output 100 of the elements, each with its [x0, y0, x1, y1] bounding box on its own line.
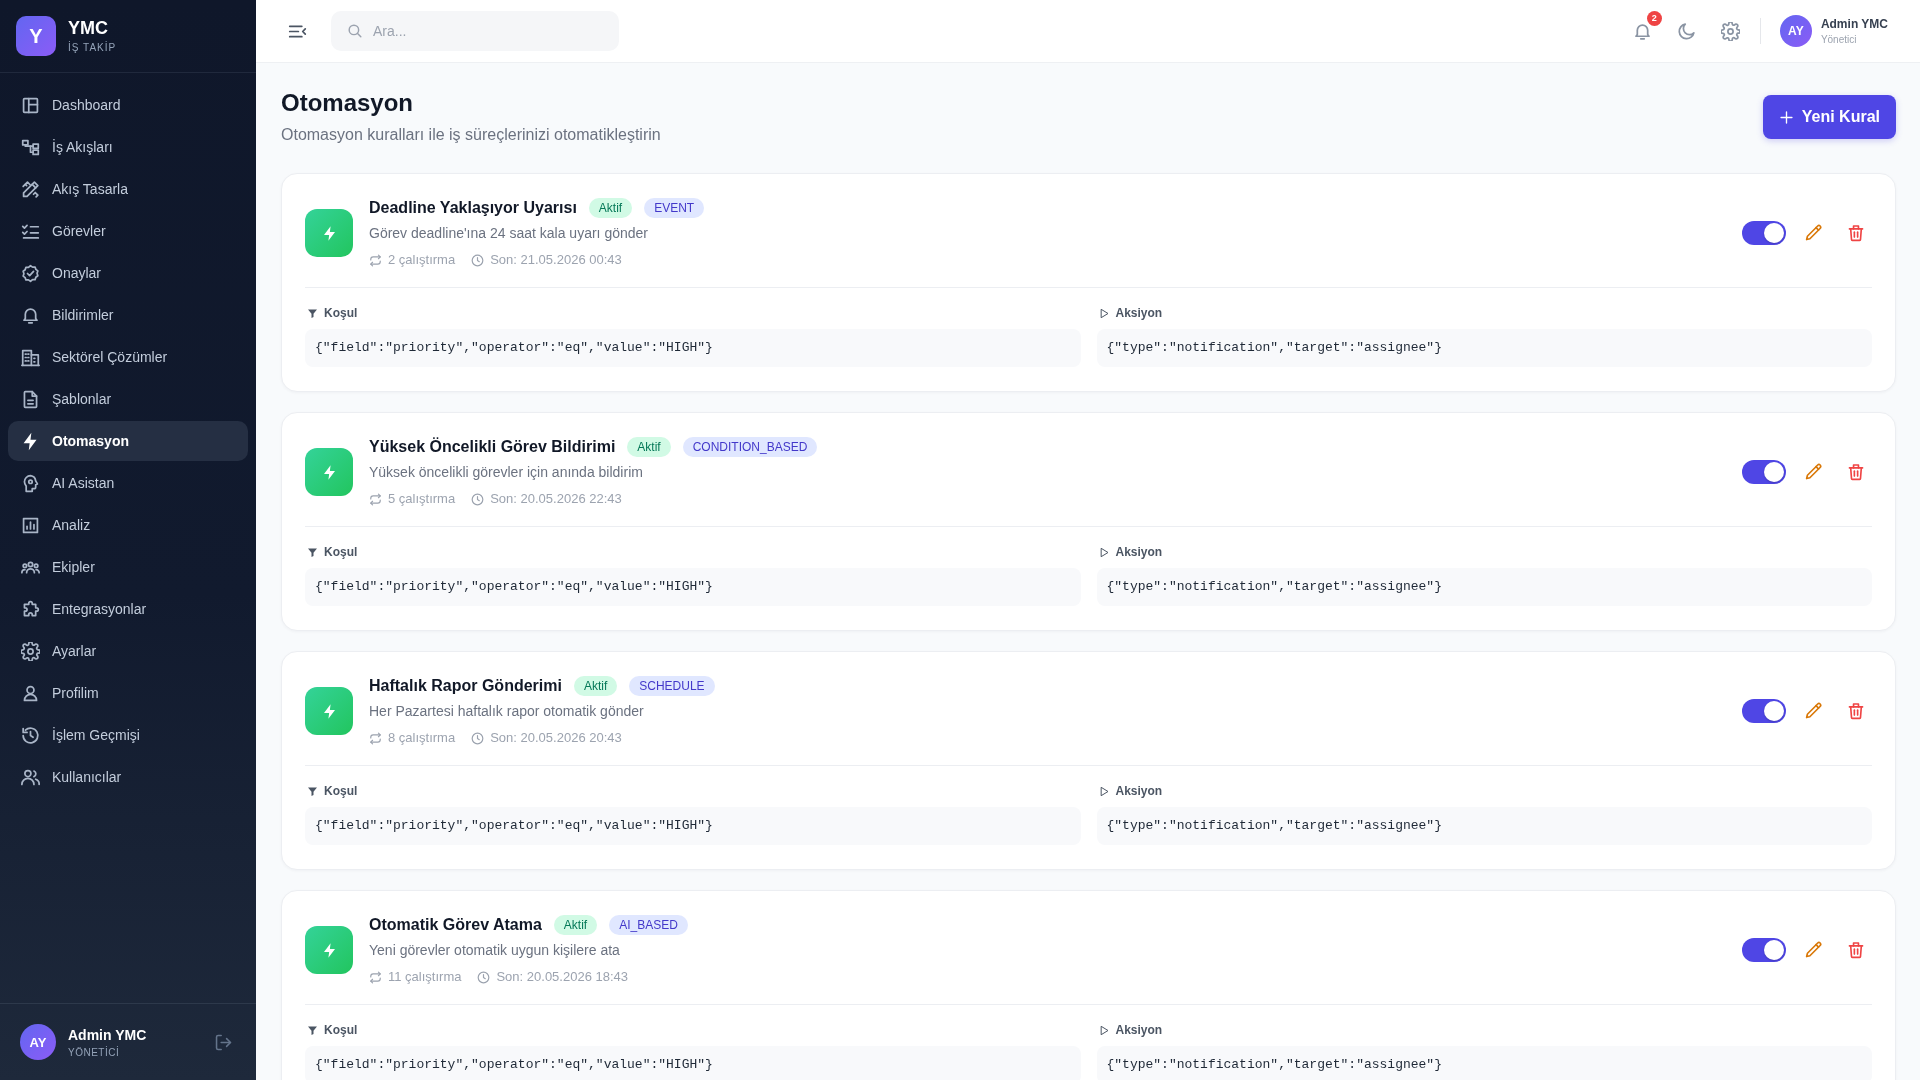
rule-description: Yüksek öncelikli görevler için anında bildirim [369, 463, 643, 482]
action-code: {"type":"notification","target":"assignee"} [1096, 568, 1872, 606]
action-label: Aksiyon [1115, 544, 1163, 561]
user-avatar: AY [20, 1024, 56, 1060]
action-code: {"type":"notification","target":"assignee"} [1096, 807, 1872, 845]
rule-title: Otomatik Görev Atama [369, 916, 542, 934]
settings-icon [21, 641, 40, 661]
users-icon [21, 767, 40, 787]
user-name: Admin YMC [1820, 16, 1888, 31]
user-role: Yönetici [1820, 33, 1857, 46]
toggle-switch[interactable] [1742, 938, 1786, 962]
action-label: Aksiyon [1115, 305, 1163, 322]
notification-badge: 2 [1646, 10, 1662, 26]
filter-icon [307, 785, 318, 797]
last-run-time: Son: 21.05.2026 00:43 [490, 251, 622, 269]
sidebar-item[interactable]: Sektörel Çözümler [8, 337, 248, 377]
history-icon [21, 725, 40, 745]
sidebar-item[interactable]: Profilim [8, 673, 248, 713]
pencil-icon[interactable] [1805, 702, 1823, 720]
trash-icon[interactable] [1847, 224, 1865, 242]
run-count: 5 çalıştırma [388, 490, 456, 508]
hierarchy-icon [21, 137, 40, 157]
layout-icon [21, 95, 40, 115]
pencil-icon[interactable] [1805, 463, 1823, 481]
sidebar-item[interactable]: Akış Tasarla [8, 169, 248, 209]
play-icon [1098, 785, 1110, 797]
toggle-switch[interactable] [1742, 699, 1786, 723]
bell-icon[interactable] [1632, 21, 1652, 41]
brand-tagline: İŞ TAKİP [68, 41, 117, 55]
repeat-icon [369, 970, 382, 984]
puzzle-icon [21, 599, 40, 619]
plus-icon [1778, 109, 1794, 125]
pencil-icon[interactable] [1805, 941, 1823, 959]
sidebar-item[interactable]: Bildirimler [8, 295, 248, 335]
sidebar-item[interactable]: Dashboard [8, 85, 248, 125]
moon-icon[interactable] [1676, 21, 1696, 41]
filter-icon [307, 307, 318, 319]
toggle-switch[interactable] [1742, 221, 1786, 245]
sidebar-item[interactable]: Şablonlar [8, 379, 248, 419]
trash-icon[interactable] [1847, 941, 1865, 959]
trigger-badge: SCHEDULE [629, 676, 715, 696]
sidebar-item[interactable]: Ayarlar [8, 631, 248, 671]
sidebar-item[interactable]: İşlem Geçmişi [8, 715, 248, 755]
trash-icon[interactable] [1847, 702, 1865, 720]
settings-icon[interactable] [1720, 21, 1740, 41]
condition-label: Koşul [324, 305, 358, 322]
sidebar-item[interactable]: Otomasyon [8, 421, 248, 461]
condition-code: {"field":"priority","operator":"eq","value":"HIGH"} [305, 329, 1081, 367]
repeat-icon [369, 492, 382, 506]
sidebar-item[interactable]: Görevler [8, 211, 248, 251]
search-icon [347, 23, 363, 39]
sidebar-item[interactable]: Kullanıcılar [8, 757, 248, 797]
lightning-icon [305, 209, 353, 257]
pencil-ruler-icon [21, 179, 40, 199]
rule-title: Yüksek Öncelikli Görev Bildirimi [369, 438, 616, 456]
rule-description: Görev deadline'ına 24 saat kala uyarı gönder [369, 224, 648, 243]
rule-description: Yeni görevler otomatik uygun kişilere ata [369, 941, 620, 960]
building-icon [21, 347, 40, 367]
lightning-icon [305, 926, 353, 974]
sidebar-item[interactable]: AI Asistan [8, 463, 248, 503]
logout-icon[interactable] [215, 1033, 232, 1051]
last-run-time: Son: 20.05.2026 22:43 [490, 490, 622, 508]
bell-icon [21, 305, 40, 325]
run-count: 8 çalıştırma [388, 729, 456, 747]
trigger-badge: AI_BASED [609, 915, 688, 935]
filter-icon [307, 1024, 318, 1036]
bar-chart-icon [21, 515, 40, 535]
user-role: YÖNETİCİ [68, 1045, 120, 1059]
clock-icon [471, 492, 485, 506]
filter-icon [307, 546, 318, 558]
play-icon [1098, 307, 1110, 319]
last-run-time: Son: 20.05.2026 18:43 [496, 968, 628, 986]
play-icon [1098, 546, 1110, 558]
status-badge: Aktif [553, 915, 598, 935]
condition-label: Koşul [324, 1022, 358, 1039]
head-icon [21, 473, 40, 493]
brand-name: YMC [68, 17, 108, 39]
sidebar-item[interactable]: Entegrasyonlar [8, 589, 248, 629]
user-name: Admin YMC [68, 1025, 147, 1044]
document-icon [21, 389, 40, 409]
trash-icon[interactable] [1847, 463, 1865, 481]
search-field[interactable]: Ara... [331, 11, 619, 51]
condition-label: Koşul [324, 544, 358, 561]
action-code: {"type":"notification","target":"assignee"} [1096, 329, 1872, 367]
repeat-icon [369, 731, 382, 745]
sidebar-item[interactable]: Analiz [8, 505, 248, 545]
repeat-icon [369, 253, 382, 267]
lightning-icon [305, 687, 353, 735]
sidebar-item[interactable]: Ekipler [8, 547, 248, 587]
person-icon [21, 683, 40, 703]
pencil-icon[interactable] [1805, 224, 1823, 242]
run-count: 2 çalıştırma [388, 251, 456, 269]
sidebar-item[interactable]: Onaylar [8, 253, 248, 293]
sidebar-item[interactable]: İş Akışları [8, 127, 248, 167]
new-rule-button[interactable]: Yeni Kural [1762, 95, 1896, 139]
rule-description: Her Pazartesi haftalık rapor otomatik gönder [369, 702, 644, 721]
toggle-switch[interactable] [1742, 460, 1786, 484]
play-icon [1098, 1024, 1110, 1036]
condition-code: {"field":"priority","operator":"eq","value":"HIGH"} [305, 568, 1081, 606]
user-avatar[interactable]: AY [1779, 15, 1812, 47]
